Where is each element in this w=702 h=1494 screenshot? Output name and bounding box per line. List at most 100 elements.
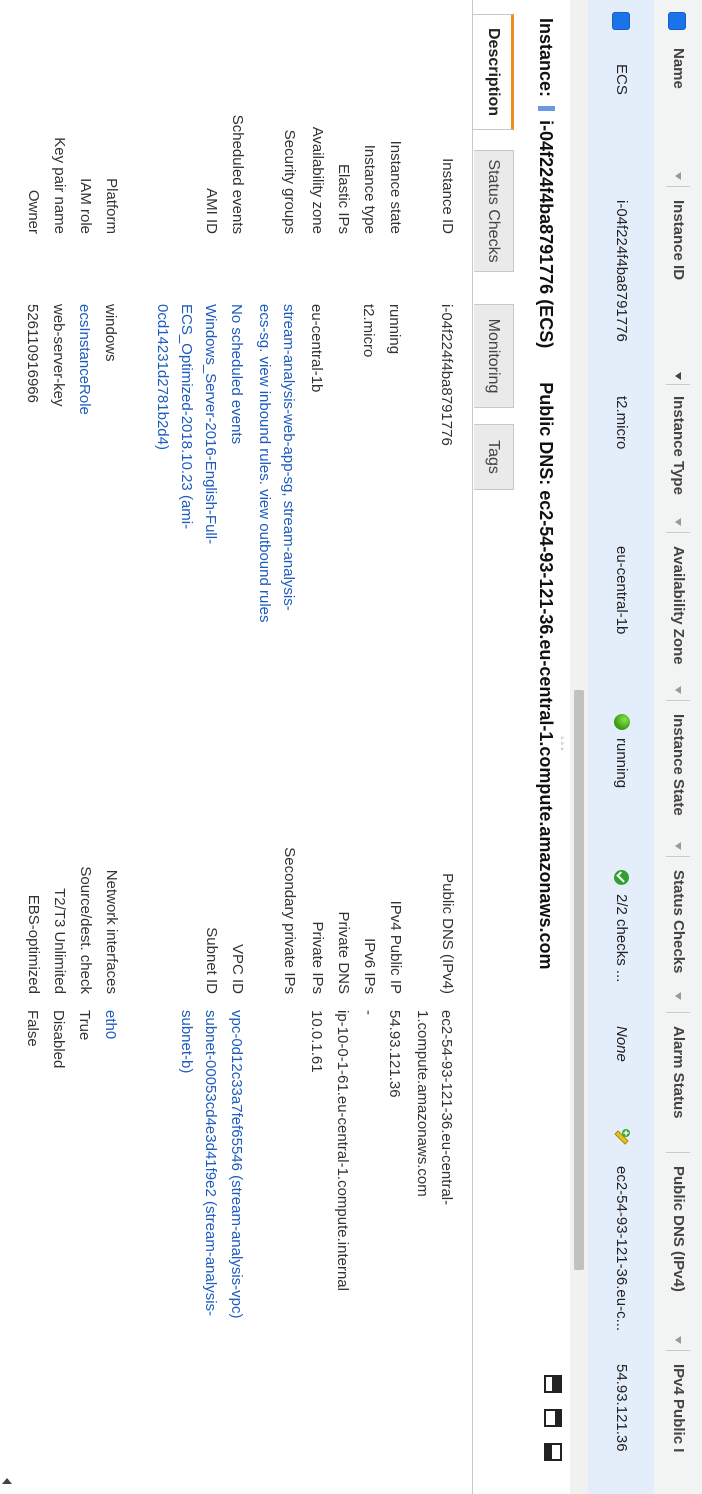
sort-caret-icon[interactable]	[675, 686, 681, 694]
running-status-icon	[614, 714, 630, 730]
table-horizontal-scrollbar[interactable]	[570, 0, 588, 1494]
pane-splitter[interactable]: ◦◦◦	[556, 0, 570, 1494]
tab-monitoring[interactable]: Monitoring	[474, 304, 514, 408]
label-owner: Owner	[25, 189, 42, 234]
cell-instance-id: i-04f224f4ba8791776	[613, 200, 630, 342]
cell-alarm-status: None	[613, 1026, 630, 1062]
tab-status-checks[interactable]: Status Checks	[474, 150, 514, 272]
value-availability-zone: eu-central-1b	[308, 304, 325, 393]
label-key-pair-name: Key pair name	[51, 137, 68, 234]
table-row[interactable]: ECS i-04f224f4ba8791776 t2.micro eu-cent…	[587, 0, 654, 1494]
value-public-dns-line2: 1.compute.amazonaws.com	[414, 1010, 431, 1197]
value-scheduled-events[interactable]: No scheduled events	[226, 304, 246, 444]
cell-instance-type: t2.micro	[613, 396, 630, 450]
label-elastic-ips: Elastic IPs	[335, 163, 352, 234]
col-public-dns[interactable]: Public DNS (IPv4)	[654, 1166, 702, 1316]
row-checkbox[interactable]	[612, 12, 630, 30]
label-security-groups: Security groups	[281, 129, 298, 234]
label-private-dns: Private DNS	[335, 911, 352, 994]
cell-name: ECS	[613, 64, 630, 95]
value-iam-role[interactable]: ecsInstanceRole	[74, 304, 94, 415]
label-ami-id: AMI ID	[203, 188, 220, 234]
label-public-dns: Public DNS (IPv4)	[439, 873, 456, 994]
value-source-dest-check: True	[76, 1010, 93, 1041]
label-network-interfaces: Network interfaces	[103, 869, 120, 994]
sort-caret-icon[interactable]	[675, 172, 681, 180]
tab-description[interactable]: Description	[472, 14, 514, 130]
label-ipv6-ips: IPv6 IPs	[361, 938, 378, 994]
checks-passed-icon	[614, 870, 629, 885]
value-public-dns-line1: ec2-54-93-121-36.eu-central-	[438, 1010, 455, 1206]
value-instance-state: running	[386, 304, 403, 355]
label-ebs-optimized: EBS-optimized	[25, 894, 42, 994]
instance-label: Instance:	[536, 18, 556, 98]
col-instance-state[interactable]: Instance State	[654, 714, 702, 832]
scroll-left-arrow-icon[interactable]	[2, 1478, 12, 1484]
public-dns-value: ec2-54-93-121-36.eu-central-1.compute.am…	[536, 490, 556, 970]
value-ebs-optimized: False	[24, 1010, 41, 1047]
label-vpc-id: VPC ID	[229, 943, 246, 994]
sort-caret-icon[interactable]	[675, 1336, 681, 1344]
label-instance-type: Instance type	[361, 144, 378, 234]
label-instance-state: Instance state	[387, 140, 404, 234]
label-scheduled-events: Scheduled events	[229, 114, 246, 234]
grip-icon[interactable]: ◦◦◦	[556, 736, 567, 753]
label-iam-role: IAM role	[77, 178, 94, 234]
cell-instance-state: running	[613, 738, 630, 789]
layout-toggle-group	[540, 1375, 562, 1475]
value-security-groups-line2[interactable]: ecs-sg. view inbound rules. view outboun…	[254, 304, 274, 623]
value-ipv4-public-ip: 54.93.121.36	[386, 1010, 403, 1098]
cell-public-dns: ec2-54-93-121-36.eu-c...	[613, 1166, 630, 1332]
label-secondary-private-ips: Secondary private IPs	[281, 847, 298, 994]
value-key-pair-name: web-server-key	[50, 304, 67, 407]
instance-color-tag	[538, 106, 555, 112]
sort-caret-icon[interactable]	[675, 518, 681, 526]
value-platform: windows	[102, 304, 119, 362]
layout-split-icon[interactable]	[544, 1375, 562, 1393]
value-instance-type: t2.micro	[360, 304, 377, 358]
value-ami-id-line2[interactable]: ECS_Optimized-2018.10.23 (ami-	[176, 304, 196, 529]
col-availability-zone[interactable]: Availability Zone	[654, 546, 702, 680]
col-ipv4-public-ip[interactable]: IPv4 Public I	[654, 1364, 702, 1494]
scrollbar-thumb[interactable]	[574, 690, 584, 1270]
tab-underline	[472, 0, 473, 1494]
sort-caret-icon[interactable]	[675, 992, 681, 1000]
col-name[interactable]: Name	[654, 48, 702, 108]
public-dns-label: Public DNS:	[536, 382, 556, 486]
select-all-checkbox[interactable]	[668, 12, 686, 30]
label-source-dest-check: Source/dest. check	[77, 866, 94, 994]
value-subnet-id-line1[interactable]: subnet-00053cd4e3d41f9e2 (stream-analysi…	[200, 1010, 220, 1316]
col-instance-id[interactable]: Instance ID	[654, 200, 702, 310]
sort-caret-icon[interactable]	[675, 372, 681, 380]
cell-status-checks: 2/2 checks ...	[613, 894, 630, 983]
value-network-interfaces[interactable]: eth0	[100, 1010, 120, 1039]
col-status-checks[interactable]: Status Checks	[654, 870, 702, 988]
sort-caret-icon[interactable]	[675, 842, 681, 850]
value-ami-id-line3[interactable]: 0cd14231d2781b2d4)	[152, 304, 172, 450]
value-vpc-id[interactable]: vpc-0d12c33a7fef65546 (stream-analysis-v…	[226, 1010, 246, 1319]
value-private-ips: 10.0.1.61	[308, 1010, 325, 1073]
label-t2-t3-unlimited: T2/T3 Unlimited	[51, 888, 68, 994]
cell-ipv4-public-ip: 54.93.121.36	[613, 1364, 630, 1452]
label-availability-zone: Availability zone	[309, 126, 326, 234]
cell-availability-zone: eu-central-1b	[613, 546, 630, 635]
create-alarm-icon[interactable]	[614, 1128, 630, 1148]
tab-tags[interactable]: Tags	[474, 424, 514, 490]
value-ipv6-ips: -	[360, 1010, 377, 1015]
ec2-console-rotated: Name Instance ID Instance Type Availabil…	[0, 0, 702, 1494]
layout-bottom-icon[interactable]	[544, 1409, 562, 1427]
layout-full-icon[interactable]	[544, 1443, 562, 1461]
value-subnet-id-line2[interactable]: subnet-b)	[176, 1010, 196, 1073]
instances-table-header: Name Instance ID Instance Type Availabil…	[653, 0, 702, 1494]
value-security-groups-line1[interactable]: stream-analysis-web-app-sg, stream-analy…	[278, 304, 298, 611]
value-ami-id-line1[interactable]: Windows_Server-2016-English-Full-	[200, 304, 220, 544]
value-t2-t3-unlimited: Disabled	[50, 1010, 67, 1069]
label-ipv4-public-ip: IPv4 Public IP	[387, 900, 404, 994]
label-platform: Platform	[103, 178, 120, 234]
label-private-ips: Private IPs	[309, 921, 326, 994]
col-alarm-status[interactable]: Alarm Status	[654, 1026, 702, 1136]
label-instance-id: Instance ID	[439, 158, 456, 234]
col-instance-type[interactable]: Instance Type	[654, 396, 702, 508]
label-subnet-id: Subnet ID	[203, 927, 220, 994]
value-private-dns: ip-10-0-1-61.eu-central-1.compute.intern…	[334, 1010, 351, 1291]
